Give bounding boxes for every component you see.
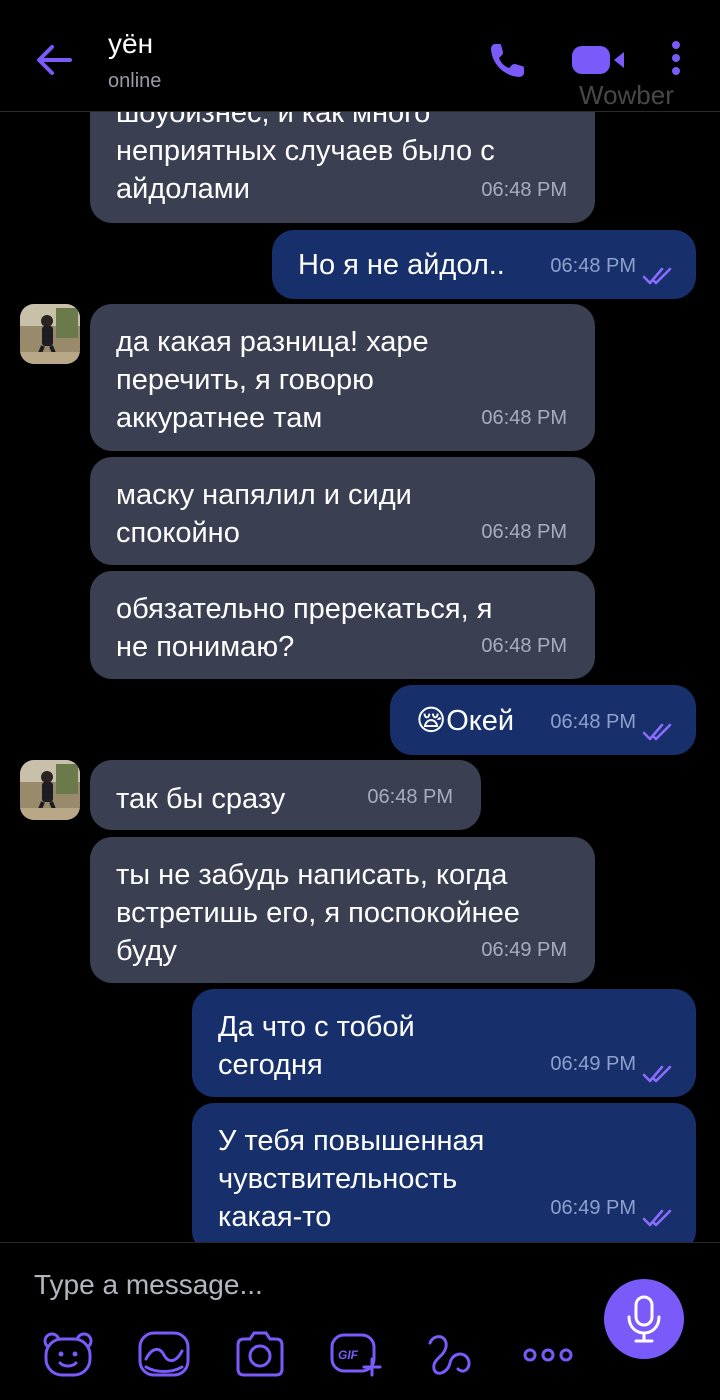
message-outgoing[interactable]: 😪Окей 06:48 PM xyxy=(390,685,696,755)
message-outgoing[interactable]: У тебя повышенная чувствительность какая… xyxy=(192,1103,696,1242)
microphone-icon xyxy=(627,1295,661,1343)
contact-avatar[interactable] xyxy=(20,760,80,820)
message-outgoing[interactable]: Но я не айдол.. 06:48 PM xyxy=(272,230,696,299)
message-list[interactable]: шоуоизнес, и как много неприятных случае… xyxy=(0,112,720,1242)
extensions-icon[interactable] xyxy=(424,1329,480,1379)
gif-icon[interactable]: GIF xyxy=(328,1329,384,1379)
read-receipt-icon xyxy=(642,1209,672,1227)
read-receipt-icon xyxy=(642,267,672,285)
video-call-icon[interactable] xyxy=(570,40,630,80)
contact-status: online xyxy=(108,70,162,92)
message-time: 06:48 PM xyxy=(550,255,636,277)
message-time: 06:49 PM xyxy=(481,939,567,961)
message-time: 06:48 PM xyxy=(481,179,567,201)
contact-name[interactable]: уён xyxy=(108,28,153,60)
message-incoming[interactable]: обязательно пререкаться, я не понимаю? 0… xyxy=(90,571,595,679)
contact-avatar[interactable] xyxy=(20,304,80,364)
watermark: Wowber xyxy=(579,80,674,110)
avatar-photo-icon xyxy=(20,304,80,364)
read-receipt-icon xyxy=(642,723,672,741)
phone-call-icon[interactable] xyxy=(486,38,530,82)
voice-message-button[interactable] xyxy=(604,1279,684,1359)
camera-icon[interactable] xyxy=(232,1329,288,1379)
sticker-icon[interactable] xyxy=(40,1329,96,1379)
message-incoming[interactable]: маску напялил и сиди спокойно 06:48 PM xyxy=(90,457,595,565)
message-incoming[interactable]: ты не забудь написать, когда встретишь е… xyxy=(90,837,595,983)
chat-header: уён online Wowber xyxy=(0,0,720,112)
message-time: 06:48 PM xyxy=(481,407,567,429)
doodle-icon[interactable] xyxy=(136,1329,192,1379)
message-time: 06:49 PM xyxy=(550,1197,636,1219)
read-receipt-icon xyxy=(642,1065,672,1083)
message-incoming[interactable]: шоуоизнес, и как много неприятных случае… xyxy=(90,112,595,223)
message-incoming[interactable]: да какая разница! харе перечить, я говор… xyxy=(90,304,595,451)
avatar-photo-icon xyxy=(20,760,80,820)
message-time: 06:48 PM xyxy=(367,786,453,808)
more-menu-icon[interactable] xyxy=(664,38,688,82)
message-input[interactable] xyxy=(34,1265,554,1305)
message-time: 06:49 PM xyxy=(550,1053,636,1075)
message-time: 06:48 PM xyxy=(550,711,636,733)
message-text: Окей xyxy=(446,705,515,737)
message-time: 06:48 PM xyxy=(481,521,567,543)
message-outgoing[interactable]: Да что с тобой сегодня 06:49 PM xyxy=(192,989,696,1097)
message-composer: GIF xyxy=(0,1242,720,1400)
message-incoming[interactable]: так бы сразу 06:48 PM xyxy=(90,760,481,830)
more-options-icon[interactable] xyxy=(520,1329,576,1379)
message-time: 06:48 PM xyxy=(481,635,567,657)
gif-label: GIF xyxy=(338,1348,359,1362)
sleepy-face-emoji: 😪 xyxy=(416,705,447,737)
back-arrow-icon[interactable] xyxy=(30,36,78,84)
